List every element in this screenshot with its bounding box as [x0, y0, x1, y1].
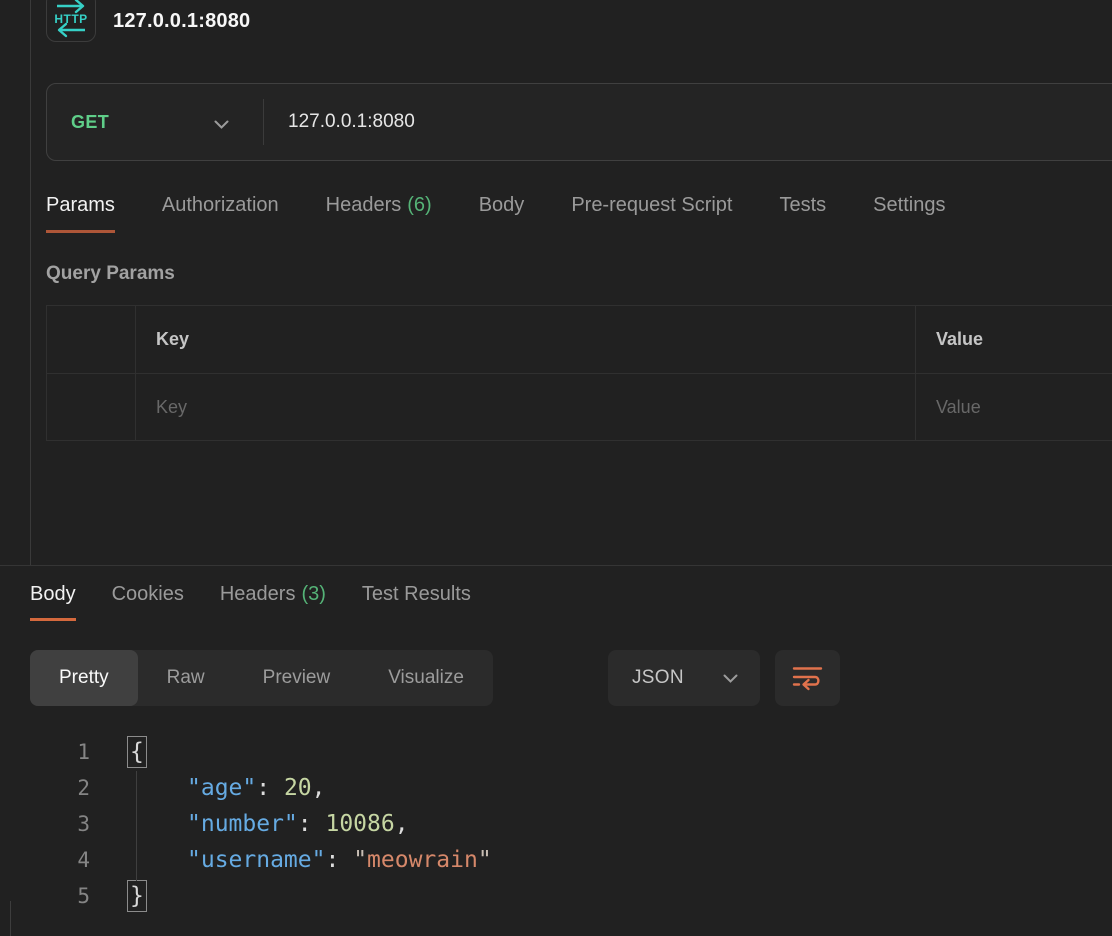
- param-value-cell: [916, 374, 1112, 441]
- line-number: 5: [0, 878, 90, 914]
- request-tab-authorization[interactable]: Authorization: [162, 194, 279, 233]
- indent-guide: [136, 771, 137, 881]
- param-key-cell: [136, 374, 916, 441]
- request-tab-body[interactable]: Body: [479, 194, 525, 233]
- code-line-content: "username": "meowrain": [130, 842, 492, 878]
- token-bracket: {: [127, 736, 147, 768]
- token-strq: ": [478, 847, 492, 873]
- code-line: 1{: [0, 734, 1112, 770]
- param-row-checkbox-cell[interactable]: [47, 374, 136, 441]
- request-tab-tests[interactable]: Tests: [779, 194, 826, 233]
- http-request-icon: HTTP: [46, 0, 96, 42]
- code-line-content: {: [130, 734, 147, 770]
- tab-label: Headers: [326, 194, 402, 216]
- url-input[interactable]: [264, 84, 1112, 160]
- query-params-table: Key Value: [46, 305, 1112, 441]
- line-number: 4: [0, 842, 90, 878]
- view-mode-pretty[interactable]: Pretty: [30, 650, 138, 706]
- svg-text:HTTP: HTTP: [54, 12, 87, 26]
- request-tab-pre-request-script[interactable]: Pre-request Script: [571, 194, 732, 233]
- code-line-content: "number": 10086,: [130, 806, 409, 842]
- request-header: HTTP 127.0.0.1:8080: [46, 0, 250, 44]
- param-key-header: Key: [136, 306, 916, 374]
- request-tab-settings[interactable]: Settings: [873, 194, 945, 233]
- token-bracket: }: [127, 880, 147, 912]
- tab-count-badge: (6): [407, 194, 431, 216]
- view-mode-preview[interactable]: Preview: [234, 650, 360, 706]
- token-strq: ": [353, 847, 367, 873]
- param-key-input[interactable]: [156, 397, 915, 418]
- request-tabs: Params Authorization Headers(6) Body Pre-req…: [46, 194, 945, 233]
- token-number: 20: [284, 775, 312, 801]
- chevron-down-icon: [723, 674, 738, 683]
- app-root: HTTP 127.0.0.1:8080 GET Params Authorizat…: [0, 0, 1112, 936]
- request-response-divider[interactable]: [0, 565, 1112, 566]
- token-punct: ,: [395, 811, 409, 837]
- line-number: 2: [0, 770, 90, 806]
- tab-label: Tests: [779, 194, 826, 216]
- token-punct: :: [298, 811, 326, 837]
- tab-label: Authorization: [162, 194, 279, 216]
- request-tab-params[interactable]: Params: [46, 194, 115, 233]
- http-arrows-icon: HTTP: [53, 0, 89, 38]
- code-line: 3 "number": 10086,: [0, 806, 1112, 842]
- url-bar: GET: [46, 83, 1112, 161]
- tab-label: Params: [46, 194, 115, 216]
- method-label: GET: [71, 112, 109, 133]
- chevron-down-icon: [214, 120, 229, 129]
- token-punct: ,: [312, 775, 326, 801]
- query-params-heading: Query Params: [46, 263, 175, 285]
- token-key: "age": [187, 775, 256, 801]
- param-value-input[interactable]: [936, 397, 1112, 418]
- token-key: "number": [187, 811, 298, 837]
- tab-count-badge: (3): [301, 583, 325, 605]
- view-mode-visualize[interactable]: Visualize: [359, 650, 493, 706]
- request-title: 127.0.0.1:8080: [113, 10, 250, 33]
- text-wrap-icon: [792, 665, 823, 691]
- view-mode-raw[interactable]: Raw: [138, 650, 234, 706]
- token-punct: :: [325, 847, 353, 873]
- response-tab-cookies[interactable]: Cookies: [112, 583, 184, 621]
- param-checkbox-header-cell: [47, 306, 136, 374]
- tab-label: Pre-request Script: [571, 194, 732, 216]
- method-selector[interactable]: GET: [47, 84, 263, 160]
- tab-label: Body: [479, 194, 525, 216]
- code-line: 4 "username": "meowrain": [0, 842, 1112, 878]
- token-key: "username": [187, 847, 325, 873]
- request-panel-left-border: [30, 0, 31, 565]
- text-wrap-button[interactable]: [775, 650, 840, 706]
- code-line: 5}: [0, 878, 1112, 914]
- token-punct: :: [256, 775, 284, 801]
- response-body-code[interactable]: 1{2"age": 20,3"number": 10086,4"username…: [0, 734, 1112, 914]
- code-line: 2 "age": 20,: [0, 770, 1112, 806]
- response-tab-headers[interactable]: Headers(3): [220, 583, 326, 621]
- response-tabs: Body Cookies Headers(3) Test Results: [30, 583, 471, 621]
- response-tab-test-results[interactable]: Test Results: [362, 583, 471, 621]
- request-tab-headers[interactable]: Headers(6): [326, 194, 432, 233]
- tab-label: Settings: [873, 194, 945, 216]
- tab-label: Cookies: [112, 583, 184, 605]
- code-line-content: }: [130, 878, 147, 914]
- response-format-select[interactable]: JSON: [608, 650, 760, 706]
- tab-label: Test Results: [362, 583, 471, 605]
- line-number: 3: [0, 806, 90, 842]
- tab-label: Body: [30, 583, 76, 605]
- token-string: meowrain: [367, 847, 478, 873]
- param-value-header: Value: [916, 306, 1112, 374]
- line-number: 1: [0, 734, 90, 770]
- response-tab-body[interactable]: Body: [30, 583, 76, 621]
- format-label: JSON: [632, 667, 684, 689]
- token-number: 10086: [325, 811, 394, 837]
- response-view-mode-switch: PrettyRawPreviewVisualize: [30, 650, 493, 706]
- tab-label: Headers: [220, 583, 296, 605]
- code-line-content: "age": 20,: [130, 770, 326, 806]
